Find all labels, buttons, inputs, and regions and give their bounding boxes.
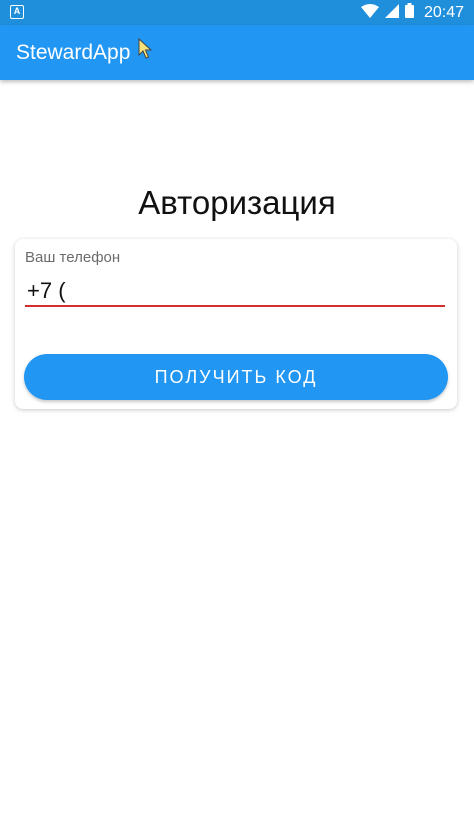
cellular-signal-icon bbox=[384, 3, 399, 23]
status-bar: A 20:47 bbox=[0, 0, 474, 25]
screen: A 20:47 StewardApp Авторизация Ваш телеф… bbox=[0, 0, 474, 840]
mouse-pointer-icon bbox=[138, 37, 153, 65]
notification-icon: A bbox=[10, 5, 24, 19]
wifi-icon bbox=[360, 3, 379, 23]
battery-icon bbox=[404, 3, 414, 23]
get-code-button[interactable]: ПОЛУЧИТЬ КОД bbox=[24, 354, 448, 400]
status-icons: 20:47 bbox=[360, 3, 464, 23]
app-title: StewardApp bbox=[16, 41, 131, 64]
phone-input[interactable] bbox=[25, 277, 445, 307]
login-card: Ваш телефон ПОЛУЧИТЬ КОД bbox=[15, 239, 457, 409]
app-bar: StewardApp bbox=[0, 25, 474, 80]
page-title: Авторизация bbox=[138, 184, 336, 221]
phone-field-label: Ваш телефон bbox=[25, 249, 121, 266]
status-time: 20:47 bbox=[423, 4, 464, 21]
